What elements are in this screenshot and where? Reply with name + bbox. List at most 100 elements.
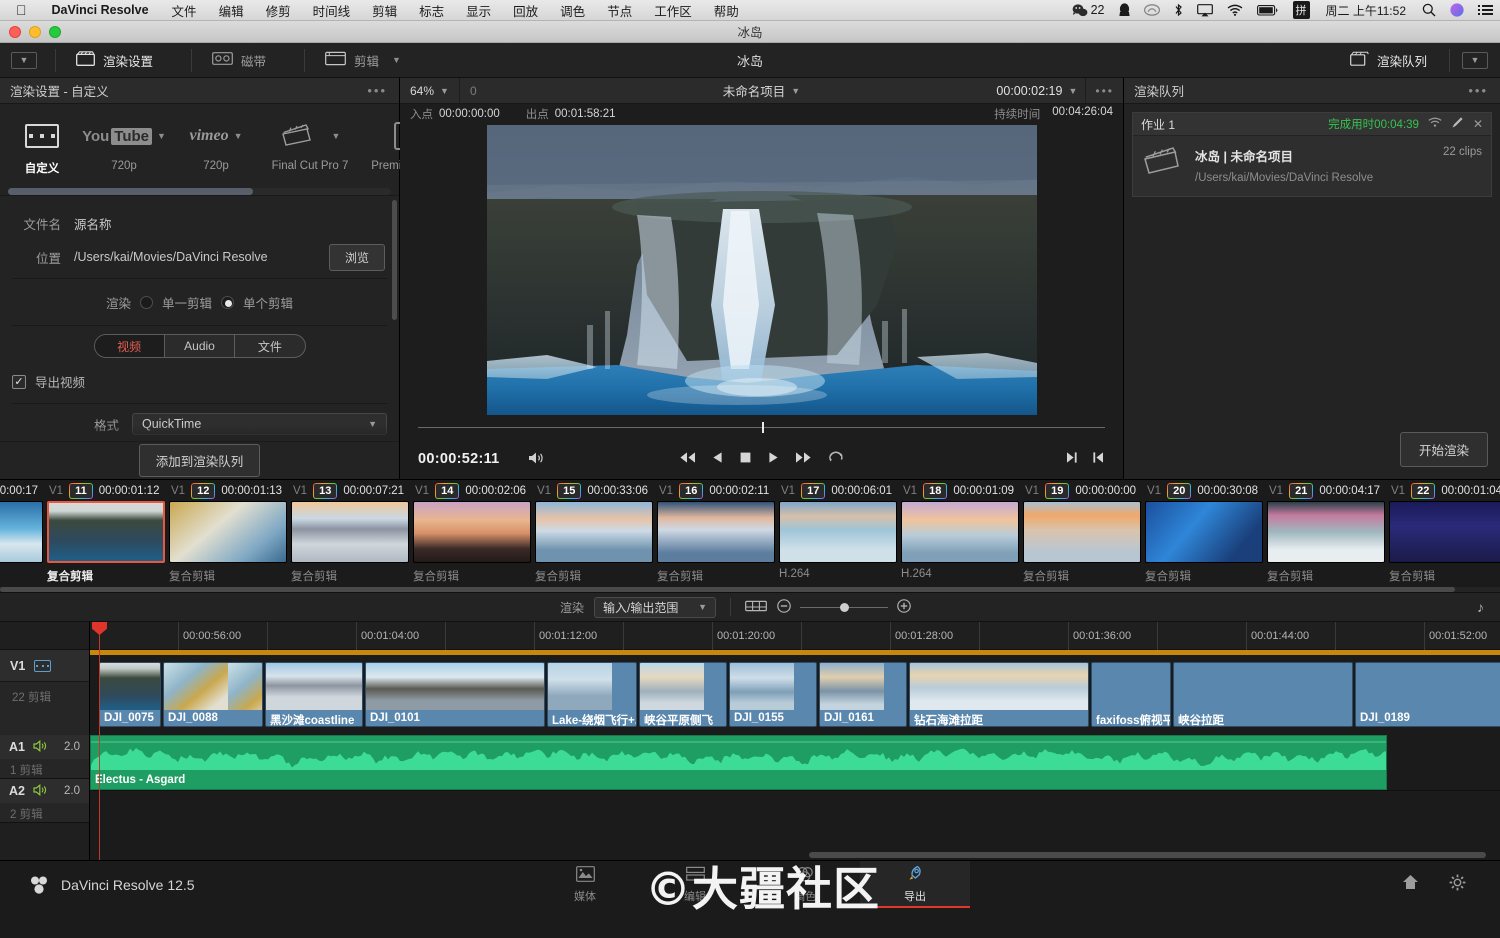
track-header-v1[interactable]: V1 22 剪辑	[0, 650, 89, 735]
speaker-icon[interactable]	[33, 740, 48, 755]
search-icon[interactable]	[1415, 3, 1443, 17]
page-deliver[interactable]: 导出	[860, 861, 970, 908]
media-clip-thumbnail[interactable]	[657, 501, 775, 563]
play-icon[interactable]	[768, 451, 779, 467]
media-pool-clip[interactable]: V1 11 00:00:01:12 复合剪辑	[47, 480, 169, 580]
loop-icon[interactable]	[828, 451, 844, 467]
media-clip-thumbnail[interactable]	[291, 501, 409, 563]
zoom-in-icon[interactable]	[897, 599, 911, 616]
timeline-video-clip[interactable]: 黑沙滩coastline	[265, 662, 363, 727]
media-pool-clip[interactable]: V1 18 00:00:01:09 H.264	[901, 480, 1023, 580]
menu-item-color[interactable]: 调色	[549, 1, 596, 20]
apple-icon[interactable]: 	[0, 3, 40, 17]
radio-individual-clips[interactable]	[221, 296, 234, 309]
timeline-playhead[interactable]	[99, 622, 100, 860]
media-pool-clip[interactable]: V1 19 00:00:00:00 复合剪辑	[1023, 480, 1145, 580]
scrub-playhead[interactable]	[762, 422, 764, 433]
menu-app-name[interactable]: DaVinci Resolve	[40, 3, 161, 17]
render-job-card[interactable]: 作业 1 完成用时00:04:39 ✕ 冰岛 | 未命名项目 /Users/ka…	[1132, 112, 1492, 197]
more-options-icon[interactable]: •••	[367, 83, 389, 98]
media-pool-clip[interactable]: V11000:00:00:17	[0, 480, 47, 580]
speaker-icon[interactable]	[528, 451, 545, 468]
media-pool-clip[interactable]: V1 16 00:00:02:11 复合剪辑	[657, 480, 779, 580]
media-pool-clip[interactable]: V1 22 00:00:01:04 复合剪辑	[1389, 480, 1500, 580]
render-range-select[interactable]: 输入/输出范围 ▼	[594, 597, 716, 618]
timeline-tracks-area[interactable]: 00:00:56:00 00:01:04:00 00:01:12:00 00:01:2…	[90, 622, 1500, 860]
siri-icon[interactable]	[1443, 3, 1471, 17]
media-pool-clip[interactable]: V1 12 00:00:01:13 复合剪辑	[169, 480, 291, 580]
menu-item-trim[interactable]: 修剪	[255, 1, 302, 20]
airplay-icon[interactable]	[1190, 4, 1220, 17]
timeline-video-clip[interactable]: DJI_0161	[819, 662, 907, 727]
timeline-video-clip[interactable]: DJI_0075	[99, 662, 161, 727]
menu-item-nodes[interactable]: 节点	[596, 1, 643, 20]
tab-render-queue[interactable]: 渲染队列	[1330, 51, 1447, 70]
filename-value[interactable]: 源名称	[74, 214, 112, 233]
timeline-track-a1[interactable]: Electus - Asgard	[90, 735, 1500, 790]
preset-vimeo[interactable]: vimeo ▼ 720p	[170, 118, 262, 172]
menu-datetime[interactable]: 周二 上午11:52	[1317, 2, 1415, 19]
wechat-icon[interactable]: 22	[1065, 3, 1112, 17]
media-clip-thumbnail[interactable]	[1145, 501, 1263, 563]
tab-clip[interactable]: 剪辑 ▼	[305, 51, 421, 70]
step-back-icon[interactable]	[712, 451, 723, 467]
radio-single-clip[interactable]	[140, 296, 153, 309]
tab-render-settings[interactable]: 渲染设置	[56, 51, 173, 70]
preset-final-cut-pro-7[interactable]: ▼ Final Cut Pro 7	[262, 118, 358, 172]
media-clip-thumbnail[interactable]	[1389, 501, 1500, 563]
wifi-icon[interactable]	[1428, 117, 1442, 131]
add-to-render-queue-button[interactable]: 添加到渲染队列	[139, 444, 261, 477]
timeline-ruler[interactable]: 00:00:56:00 00:01:04:00 00:01:12:00 00:01:2…	[90, 622, 1500, 650]
menu-item-playback[interactable]: 回放	[502, 1, 549, 20]
media-pool-clip[interactable]: V1 15 00:00:33:06 复合剪辑	[535, 480, 657, 580]
media-pool-clip[interactable]: V1 13 00:00:07:21 复合剪辑	[291, 480, 413, 580]
export-video-checkbox[interactable]: ✓	[12, 375, 26, 389]
zoom-out-icon[interactable]	[777, 599, 791, 616]
audio-clip[interactable]: Electus - Asgard	[90, 735, 1387, 790]
skip-to-start-icon[interactable]	[679, 451, 696, 467]
menu-item-timeline[interactable]: 时间线	[302, 1, 362, 20]
input-method-icon[interactable]: 拼	[1286, 1, 1317, 19]
timeline-video-clip[interactable]: DJI_0155	[729, 662, 817, 727]
browse-button[interactable]: 浏览	[329, 244, 385, 271]
preset-custom[interactable]: 自定义	[6, 118, 78, 176]
audio-note-icon[interactable]: ♪	[1477, 599, 1484, 615]
skip-to-end-icon[interactable]	[795, 451, 812, 467]
timeline-track-v1[interactable]: DJI_0075 DJI_0088 黑沙滩coastline DJI_0101 Lake…	[90, 655, 1500, 735]
thumbnail-view-icon[interactable]	[745, 599, 767, 616]
menu-item-workspace[interactable]: 工作区	[643, 1, 703, 20]
media-clip-thumbnail[interactable]	[901, 501, 1019, 563]
preset-youtube[interactable]: You Tube ▼ 720p	[78, 118, 170, 172]
media-clip-thumbnail[interactable]	[413, 501, 531, 563]
track-header-a2[interactable]: A2 2.0 2 剪辑	[0, 779, 89, 823]
scrub-track[interactable]	[418, 427, 1105, 428]
media-clip-thumbnail[interactable]	[169, 501, 287, 563]
page-edit[interactable]: 编辑	[640, 861, 750, 908]
media-pool-clip[interactable]: V1 21 00:00:04:17 复合剪辑	[1267, 480, 1389, 580]
media-clip-thumbnail[interactable]	[47, 501, 165, 563]
menu-item-clip[interactable]: 剪辑	[361, 1, 408, 20]
timeline-video-clip[interactable]: 峡谷平原侧飞	[639, 662, 727, 727]
media-clip-thumbnail[interactable]	[535, 501, 653, 563]
timeline-video-clip[interactable]: DJI_0189	[1355, 662, 1500, 727]
video-track-icon[interactable]	[34, 660, 51, 672]
timeline-track-a2[interactable]	[90, 790, 1500, 834]
settings-scrollbar[interactable]	[392, 200, 397, 320]
timeline-video-clip[interactable]: faxifoss俯视平飞	[1091, 662, 1171, 727]
menu-item-file[interactable]: 文件	[161, 1, 208, 20]
creative-cloud-icon[interactable]	[1137, 4, 1167, 16]
menu-item-view[interactable]: 显示	[455, 1, 502, 20]
media-clip-thumbnail[interactable]	[0, 501, 43, 563]
menu-item-edit[interactable]: 编辑	[208, 1, 255, 20]
wifi-icon[interactable]	[1220, 4, 1250, 16]
menu-item-mark[interactable]: 标志	[408, 1, 455, 20]
chevron-down-icon[interactable]: ▼	[1462, 52, 1488, 69]
timeline-horizontal-scrollbar[interactable]	[90, 852, 1500, 858]
zoom-slider-handle[interactable]	[840, 603, 849, 612]
bluetooth-icon[interactable]	[1167, 3, 1190, 17]
media-clip-thumbnail[interactable]	[1023, 501, 1141, 563]
timeline-video-clip[interactable]: DJI_0088	[163, 662, 263, 727]
chevron-down-icon[interactable]: ▼	[11, 52, 37, 69]
timeline-name-select[interactable]: 未命名项目 ▼	[400, 81, 1123, 100]
media-clip-thumbnail[interactable]	[1267, 501, 1385, 563]
